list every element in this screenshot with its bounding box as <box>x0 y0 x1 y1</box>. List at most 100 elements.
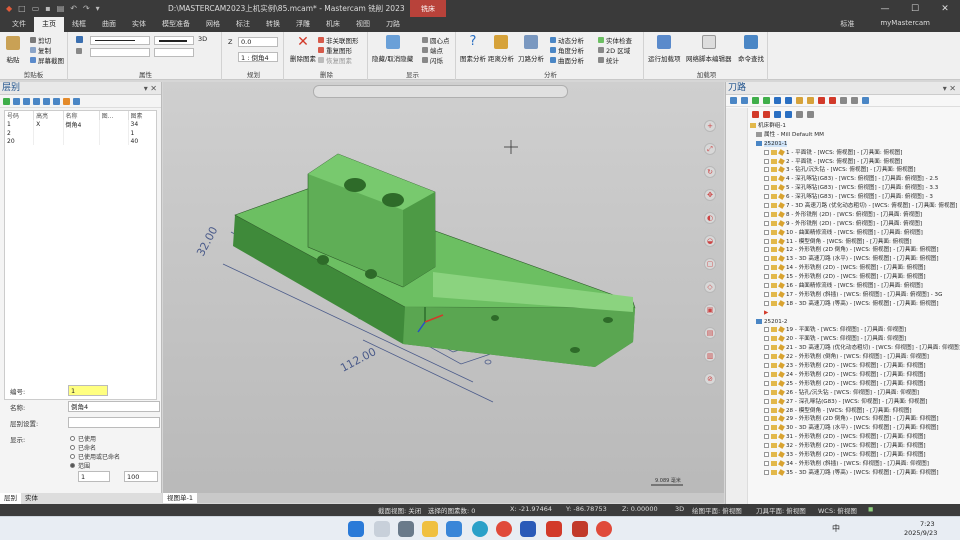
operation-item[interactable]: 31 - 外形铣削 (2D) - [WCS: 仰视图] - [刀具面: 仰视图] <box>750 433 960 442</box>
section-view-status[interactable]: 截面视图: 关闭 <box>378 505 421 515</box>
section-icon[interactable]: ◐ <box>704 212 716 224</box>
center-point-button[interactable]: 圆心点 <box>422 35 450 45</box>
wps-icon[interactable] <box>546 521 562 537</box>
operation-checkbox[interactable] <box>764 256 769 262</box>
operation-checkbox[interactable] <box>764 416 769 422</box>
undo-icon[interactable]: ↶ <box>70 4 77 13</box>
customize-icon[interactable]: ▾ <box>96 4 100 13</box>
mode-3d[interactable]: 3D <box>675 505 684 513</box>
move-down-icon[interactable] <box>752 110 759 118</box>
toggle-display-icon[interactable] <box>851 97 858 104</box>
iso-view-icon[interactable]: ◇ <box>704 281 716 293</box>
tplane-status[interactable]: 刀具平面: 俯视图 <box>756 505 806 515</box>
blink-button[interactable]: 闪烁 <box>422 55 443 65</box>
point-style-button[interactable] <box>76 48 82 54</box>
graphics-viewport[interactable]: 32.00 112.00 9.089 毫米 + ⤢ ↻ ✥ ◐ ◒ ▢ ◇ ▣ … <box>163 82 724 503</box>
operation-item[interactable]: 10 - 曲面精修流线 - [WCS: 俯视图] - [刀具面: 俯视图] <box>750 228 960 238</box>
operation-item[interactable]: 19 - 平面铣 - [WCS: 仰视图] - [刀具面: 仰视图] <box>750 326 960 335</box>
operation-checkbox[interactable] <box>764 238 769 244</box>
undelete-button[interactable]: 非关联图形 <box>318 35 359 45</box>
operation-checkbox[interactable] <box>764 363 769 369</box>
app-logo-icon[interactable]: ◆ <box>6 4 12 13</box>
hide-unhide-button[interactable]: 隐藏/取消隐藏 <box>372 35 413 63</box>
radio-used-or-named[interactable]: 已使用或已命名 <box>70 452 120 461</box>
operation-checkbox[interactable] <box>764 469 769 475</box>
backplot-icon[interactable] <box>774 97 781 104</box>
operation-checkbox[interactable] <box>764 327 769 333</box>
operation-checkbox[interactable] <box>764 176 769 182</box>
line-style-select[interactable] <box>90 36 150 45</box>
machine-group-node[interactable]: 机床群组-1 <box>750 122 960 131</box>
select-all-icon[interactable] <box>730 97 737 104</box>
tab-file[interactable]: 文件 <box>4 17 34 32</box>
edge-icon[interactable] <box>472 521 488 537</box>
operation-item[interactable]: 11 - 模型倒角 - [WCS: 俯视图] - [刀具面: 俯视图] <box>750 237 960 247</box>
front-view-icon[interactable]: ▤ <box>704 327 716 339</box>
regenerate-all-icon[interactable] <box>752 97 759 104</box>
operation-checkbox[interactable] <box>764 185 769 191</box>
duplicate-button[interactable]: 重复图形 <box>318 45 352 55</box>
mastercam-taskbar-icon[interactable] <box>572 521 588 537</box>
operation-checkbox[interactable] <box>764 451 769 457</box>
operation-item[interactable]: 21 - 3D 高速刀路 (优化动态粗切) - [WCS: 仰视图] - [刀具… <box>750 344 960 353</box>
ime-indicator[interactable]: 中 <box>832 523 840 534</box>
operation-item[interactable]: 20 - 平面铣 - [WCS: 仰视图] - [刀具面: 仰视图] <box>750 335 960 344</box>
radio-used[interactable]: 已使用 <box>70 434 96 443</box>
panel-options-icon[interactable]: ▾ ✕ <box>943 82 956 95</box>
move-up-icon[interactable] <box>763 110 770 118</box>
level-select[interactable]: 1 : 倒角4 <box>238 52 278 62</box>
new-file-icon[interactable]: □ <box>18 4 26 13</box>
zoom-in-icon[interactable]: + <box>704 120 716 132</box>
operation-checkbox[interactable] <box>764 345 769 351</box>
viewsheet-tab[interactable]: 视图单-1 <box>163 493 197 503</box>
scroll-icon[interactable] <box>785 110 792 118</box>
gview-status[interactable]: 绘图平面: 俯视图 <box>692 505 742 515</box>
pin-icon[interactable]: ▾ ✕ <box>144 82 157 95</box>
tab-toolpaths[interactable]: 刀路 <box>378 17 408 32</box>
operation-checkbox[interactable] <box>764 211 769 217</box>
col-count[interactable]: 图素 <box>128 111 156 120</box>
cut-button[interactable]: 剪切 <box>30 35 51 45</box>
operation-item[interactable]: 9 - 外形铣削 (2D) - [WCS: 俯视图] - [刀具面: 俯视图] <box>750 219 960 229</box>
operation-item[interactable]: 24 - 外形铣削 (2D) - [WCS: 仰视图] - [刀具面: 仰视图] <box>750 371 960 380</box>
operation-item[interactable]: 34 - 外形铣削 (斜插) - [WCS: 仰视图] - [刀具面: 仰视图] <box>750 459 960 469</box>
part-model[interactable]: 32.00 112.00 9.089 毫米 <box>163 82 724 503</box>
shade-mode-icon[interactable]: ◼ <box>868 505 873 513</box>
layers-icon[interactable] <box>23 97 30 105</box>
refresh-icon[interactable] <box>53 97 60 105</box>
level-visible[interactable]: X <box>33 120 64 129</box>
operation-item[interactable]: 4 - 深孔啄钻(G83) - [WCS: 俯视图] - [刀具面: 俯视图] … <box>750 175 960 184</box>
number-field[interactable]: 1 <box>68 385 108 396</box>
tab-levels[interactable]: 层别 <box>0 493 21 504</box>
task-view-icon[interactable] <box>398 521 414 537</box>
distance-analysis-button[interactable]: 距离分析 <box>488 35 514 63</box>
statistics-button[interactable]: 统计 <box>598 55 619 65</box>
tab-surfaces[interactable]: 曲面 <box>94 17 124 32</box>
operation-item[interactable]: 23 - 外形铣削 (2D) - [WCS: 仰视图] - [刀具面: 仰视图] <box>750 362 960 371</box>
restore-button[interactable]: 恢复图素 <box>318 55 352 65</box>
operation-item[interactable]: 14 - 外形铣削 (2D) - [WCS: 俯视图] - [刀具面: 俯视图] <box>750 264 960 273</box>
command-finder-button[interactable]: 命令查找 <box>738 35 764 63</box>
tab-wireframe[interactable]: 线框 <box>64 17 94 32</box>
z-depth-field[interactable]: 0.0 <box>238 37 278 47</box>
help-icon[interactable] <box>73 97 80 105</box>
point-size-select[interactable] <box>154 48 194 57</box>
operation-item[interactable]: 7 - 3D 高速刀路 (优化动态粗切) - [WCS: 俯视图] - [刀具面… <box>750 202 960 211</box>
clock-date[interactable]: 2025/9/23 <box>904 529 937 537</box>
operation-checkbox[interactable] <box>764 220 769 226</box>
line-color-button[interactable] <box>76 36 83 43</box>
operation-checkbox[interactable] <box>764 229 769 235</box>
operation-item[interactable]: 29 - 外形铣削 (2D 倒角) - [WCS: 仰视图] - [刀具面: 仰… <box>750 415 960 424</box>
close-button[interactable]: ✕ <box>930 0 960 17</box>
only-display-icon[interactable] <box>796 110 803 118</box>
run-addin-button[interactable]: 运行加载项 <box>648 35 681 63</box>
area-2d-button[interactable]: 2D 区域 <box>598 45 630 55</box>
rotate-icon[interactable]: ↻ <box>704 166 716 178</box>
search-icon[interactable] <box>374 521 390 537</box>
operation-item[interactable]: 27 - 深孔啄钻(G83) - [WCS: 仰视图] - [刀具面: 仰视图] <box>750 397 960 407</box>
clock-time[interactable]: 7:23 <box>920 520 935 528</box>
operation-item[interactable]: 22 - 外形铣削 (倒角) - [WCS: 仰视图] - [刀具面: 仰视图] <box>750 353 960 362</box>
insert-arrow-icon[interactable] <box>774 110 781 118</box>
wire-icon[interactable]: ▢ <box>704 258 716 270</box>
level-row[interactable]: 2 1 <box>5 129 156 137</box>
